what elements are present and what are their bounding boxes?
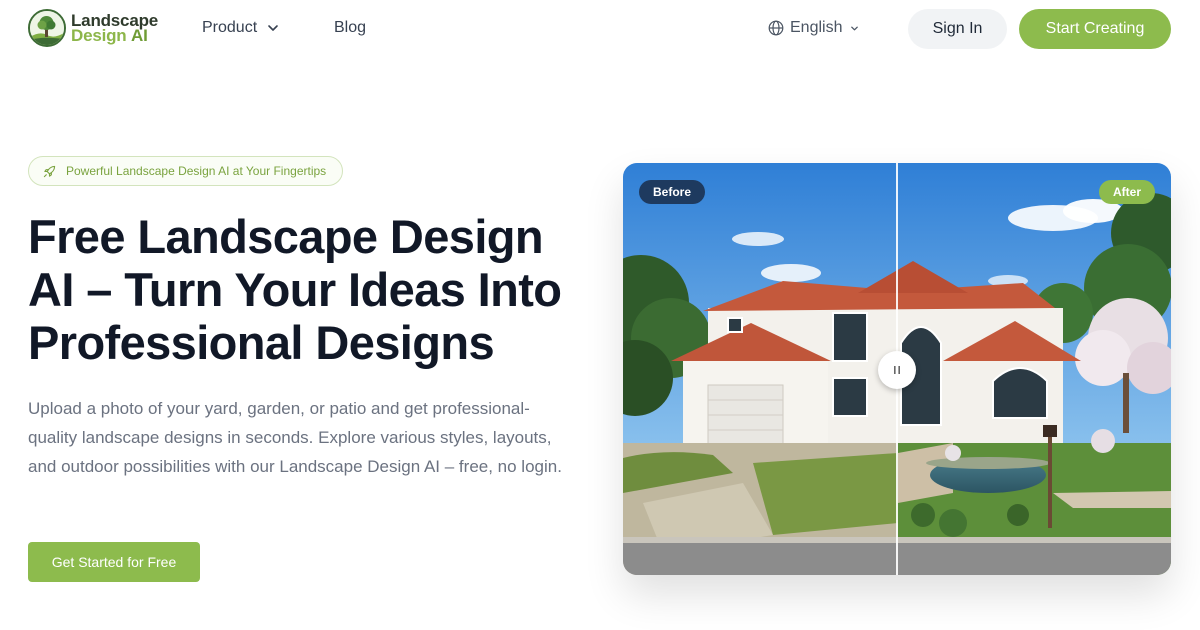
hero-description: Upload a photo of your yard, garden, or … [28,399,562,476]
start-creating-button[interactable]: Start Creating [1019,9,1171,49]
logo-line2: Design AI [71,26,158,45]
slider-handle[interactable] [878,351,916,389]
pause-grip-icon [894,366,900,374]
tagline-pill: Powerful Landscape Design AI at Your Fin… [28,156,344,186]
nav-product-label: Product [202,19,258,36]
before-after-slider[interactable]: Before After [623,163,1171,575]
get-started-button[interactable]: Get Started for Free [28,542,200,582]
chevron-down-icon [268,25,278,31]
logo[interactable]: Landscape Design AI [28,9,158,47]
after-badge: After [1098,180,1155,204]
logo-line2-word: Design [71,26,127,45]
hero-title: Free Landscape Design AI – Turn Your Ide… [28,210,562,369]
logo-text: Landscape Design AI [71,12,158,45]
nav-blog-label: Blog [334,19,367,36]
sign-in-button[interactable]: Sign In [908,9,1007,49]
nav-product[interactable]: Product [202,19,279,37]
before-badge: Before [639,180,706,204]
tagline-text: Powerful Landscape Design AI at Your Fin… [66,164,327,178]
language-selector[interactable]: English [768,19,859,37]
site-header: Landscape Design AI Product Blog English… [0,0,1200,58]
nav-blog[interactable]: Blog [334,19,366,37]
chevron-down-icon [851,26,859,30]
globe-icon [768,20,784,36]
rocket-icon [43,165,56,177]
landing-page: Landscape Design AI Product Blog English… [0,0,1200,630]
logo-tree-icon [28,9,66,47]
logo-ai-accent: AI [131,26,148,45]
language-label: English [790,19,843,36]
